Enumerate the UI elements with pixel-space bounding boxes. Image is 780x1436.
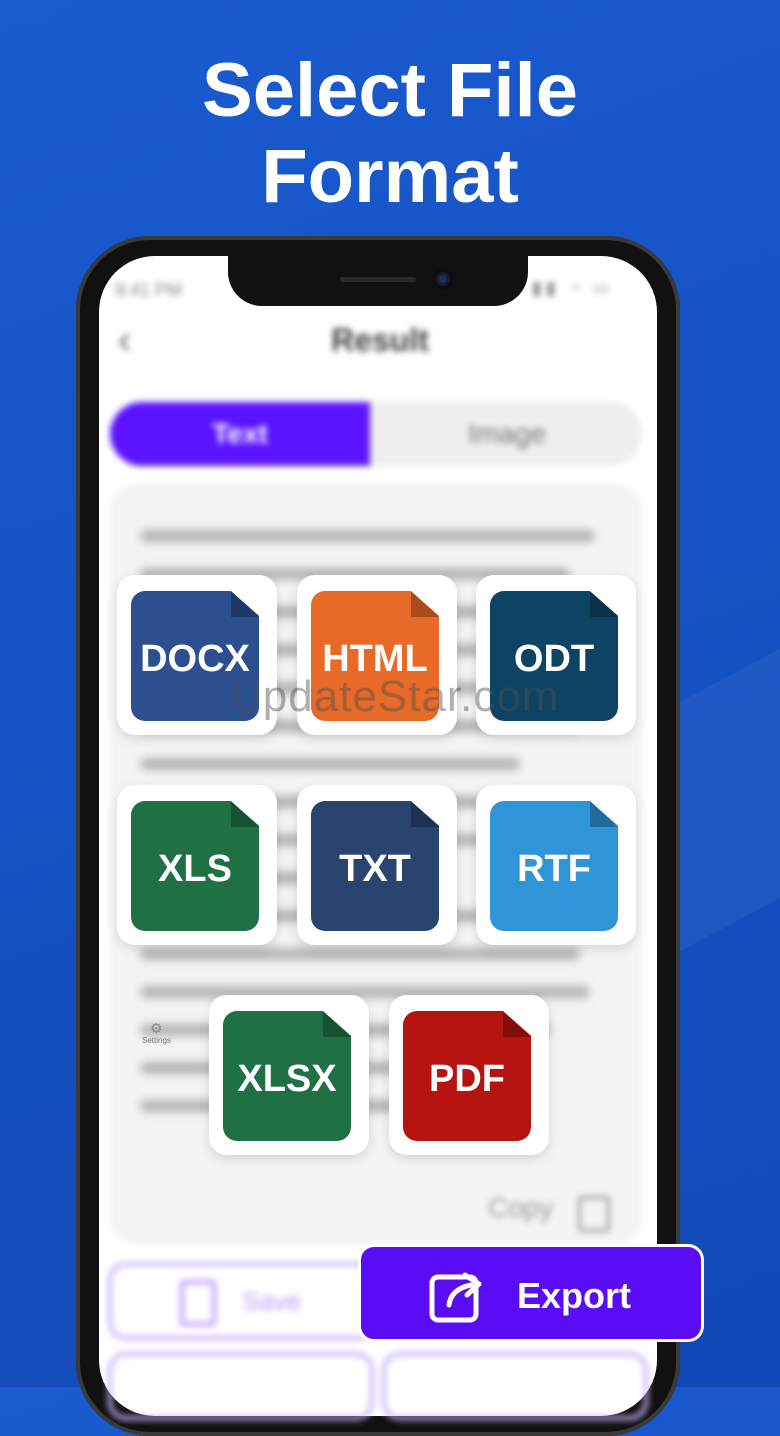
copy-icon[interactable] [578,1196,610,1232]
copy-label[interactable]: Copy [488,1192,553,1224]
bookmark-icon [180,1280,216,1326]
headline-line-2: Format [261,134,519,219]
format-tile-txt[interactable]: TXT [297,785,457,945]
format-tile-rtf[interactable]: RTF [476,785,636,945]
headline: Select File Format [0,48,780,220]
headline-line-1: Select File [202,48,578,133]
save-button[interactable]: Save [108,1262,378,1340]
format-tile-xls[interactable]: XLS [117,785,277,945]
share-button[interactable] [382,1352,648,1420]
settings-icon: ⚙ [150,1020,163,1036]
format-label: TXT [339,848,411,890]
back-icon[interactable]: ‹ [118,318,131,363]
watermark: UpdateStar.com [230,672,560,721]
text-line [140,758,520,770]
format-label: RTF [517,848,591,890]
format-tile-xlsx[interactable]: XLSX [209,995,369,1155]
text-line [140,948,580,960]
text-line [140,530,595,542]
phone-speaker [340,277,416,282]
tab-text[interactable]: Text [110,402,370,466]
export-icon [429,1272,482,1323]
format-label: XLS [158,848,232,890]
page-title: Result [331,322,429,358]
translate-button[interactable] [108,1352,374,1420]
tab-image[interactable]: Image [372,402,642,466]
format-label: XLSX [237,1058,337,1100]
settings-label: Settings [142,1036,171,1045]
export-label: Export [517,1275,632,1316]
format-label: PDF [429,1058,505,1100]
format-tile-pdf[interactable]: PDF [389,995,549,1155]
save-label: Save [242,1286,302,1316]
phone-camera [432,268,454,290]
status-time: 9:41 PM [115,280,183,300]
export-button[interactable]: Export [358,1244,704,1342]
status-icons: ▮▮ ◔ ▭ [532,278,614,298]
